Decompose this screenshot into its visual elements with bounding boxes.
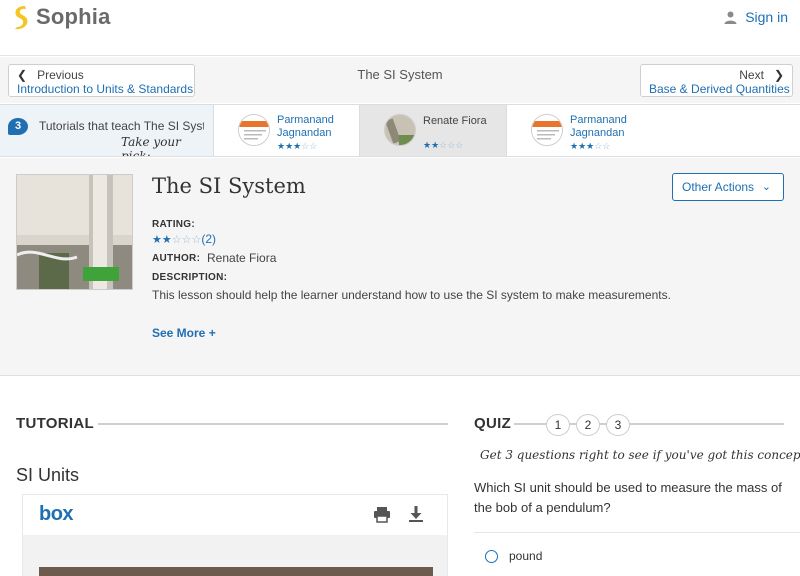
tutorial-divider xyxy=(98,423,448,425)
previous-lesson-button[interactable]: ❮ Previous Introduction to Units & Stand… xyxy=(8,64,195,97)
description-label: DESCRIPTION: xyxy=(152,272,228,283)
chevron-left-icon: ❮ xyxy=(17,68,28,82)
tutorial-thumbnail xyxy=(384,114,416,146)
next-label: Next xyxy=(739,68,764,82)
tutorial-rating-stars: ★★☆☆☆ xyxy=(423,140,464,150)
lesson-rating: ★★☆☆☆(2) xyxy=(152,232,216,246)
quiz-question-2[interactable]: 2 xyxy=(576,414,600,436)
tutorial-author: Parmanand Jagnandan xyxy=(570,114,627,139)
tutorial-thumbnail xyxy=(531,114,563,146)
see-more-link[interactable]: See More + xyxy=(152,326,216,340)
quiz-question-text: Which SI unit should be used to measure … xyxy=(474,480,782,515)
author-name: Renate Fiora xyxy=(207,251,277,265)
chevron-right-icon: ❯ xyxy=(773,68,784,82)
tutorial-author: Parmanand Jagnandan xyxy=(277,114,334,139)
user-icon xyxy=(724,11,737,24)
previous-lesson-title: Introduction to Units & Standards xyxy=(17,82,194,96)
print-icon[interactable] xyxy=(373,505,391,523)
rating-count[interactable]: (2) xyxy=(201,232,216,246)
sophia-logo-icon xyxy=(15,6,28,30)
tutorial-card[interactable]: Parmanand Jagnandan ★★★☆☆ xyxy=(506,105,656,156)
lesson-description: This lesson should help the learner unde… xyxy=(152,288,671,302)
answer-label: pound xyxy=(509,549,543,563)
lesson-image xyxy=(16,174,133,290)
tutorial-card-selected[interactable]: Renate Fiora ★★☆☆☆ xyxy=(359,105,506,156)
next-lesson-button[interactable]: Next ❯ Base & Derived Quantities xyxy=(640,64,793,97)
lesson-info-panel: The SI System Other Actions ⌄ RATING: ★★… xyxy=(0,158,800,376)
answer-option[interactable]: pound xyxy=(474,532,800,576)
tutorial-count-badge: 3 xyxy=(8,118,28,135)
other-actions-label: Other Actions xyxy=(682,180,755,194)
take-your-pick-label: Take your pick: xyxy=(121,135,181,156)
tutorial-rating-stars: ★★★☆☆ xyxy=(277,141,318,151)
author-label: AUTHOR: xyxy=(152,253,201,264)
tutorial-heading: TUTORIAL xyxy=(16,415,94,432)
sign-in-label: Sign in xyxy=(745,9,788,25)
previous-label: Previous xyxy=(37,68,84,82)
document-preview-area xyxy=(23,535,447,576)
tutorials-strip-label: Tutorials that teach The SI System xyxy=(39,119,204,133)
rating-stars-icon: ★★☆☆☆ xyxy=(152,234,202,246)
lesson-navigation: ❮ Previous Introduction to Units & Stand… xyxy=(0,57,800,103)
tutorial-thumbnail xyxy=(238,114,270,146)
quiz-prompt: Get 3 questions right to see if you've g… xyxy=(480,448,800,462)
sophia-logo[interactable]: Sophia xyxy=(10,4,111,30)
answer-radio[interactable] xyxy=(485,550,498,563)
page-title: The SI System xyxy=(357,67,443,82)
quiz-question-3[interactable]: 3 xyxy=(606,414,630,436)
tutorial-author: Renate Fiora xyxy=(423,115,487,127)
other-actions-dropdown[interactable]: Other Actions ⌄ xyxy=(672,173,784,201)
tutorials-strip: 3 Tutorials that teach The SI System Tak… xyxy=(0,104,800,157)
brand-name: Sophia xyxy=(36,4,111,29)
sign-in-link[interactable]: Sign in xyxy=(724,9,788,25)
lesson-title: The SI System xyxy=(152,174,306,198)
chevron-down-icon: ⌄ xyxy=(761,181,771,193)
next-lesson-title: Base & Derived Quantities xyxy=(649,82,790,96)
quiz-heading: QUIZ xyxy=(474,415,512,432)
tutorial-rating-stars: ★★★☆☆ xyxy=(570,141,611,151)
document-viewer: box xyxy=(22,494,448,576)
quiz-question-1[interactable]: 1 xyxy=(546,414,570,436)
tutorials-strip-intro: 3 Tutorials that teach The SI System Tak… xyxy=(0,105,213,156)
top-bar: Sophia Sign in xyxy=(0,0,800,56)
tutorial-subheading: SI Units xyxy=(16,465,80,485)
rating-label: RATING: xyxy=(152,219,196,230)
tutorial-card[interactable]: Parmanand Jagnandan ★★★☆☆ xyxy=(213,105,359,156)
download-icon[interactable] xyxy=(407,505,425,523)
document-page-image xyxy=(39,567,433,576)
box-logo: box xyxy=(39,503,74,525)
